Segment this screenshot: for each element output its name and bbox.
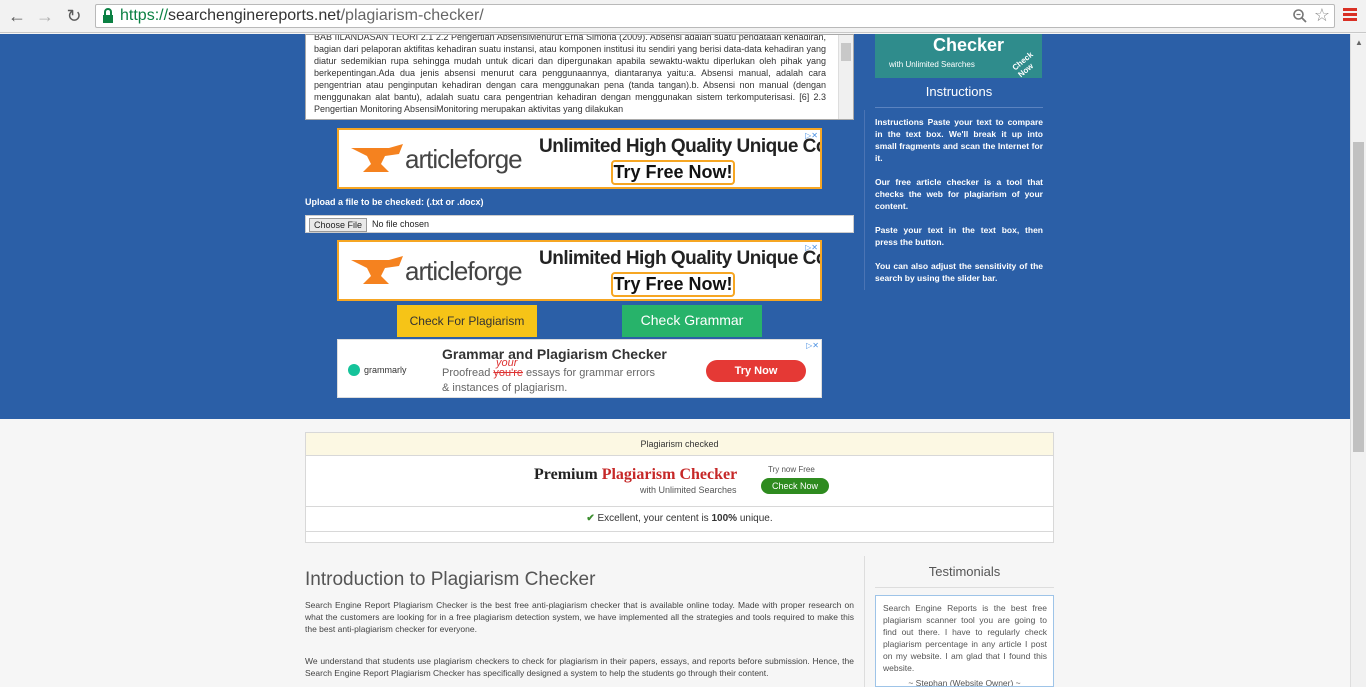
grammarly-logo-icon [348, 364, 360, 376]
scroll-thumb[interactable] [1353, 142, 1364, 452]
testimonials-title: Testimonials [928, 564, 1001, 579]
grammarly-line1: Proofread you're essays for grammar erro… [442, 367, 655, 379]
premium-title-highlight: Plagiarism Checker [601, 466, 738, 483]
articleforge-try-button[interactable]: Try Free Now! [611, 272, 735, 297]
textarea-scroll-thumb[interactable] [841, 43, 851, 61]
articleforge-try-button[interactable]: Try Free Now! [611, 160, 735, 185]
browser-toolbar: ← → ↻ https://searchenginereports.net/pl… [0, 0, 1366, 33]
check-plagiarism-button[interactable]: Check For Plagiarism [397, 305, 537, 337]
testimonial-text: Search Engine Reports is the best free p… [883, 603, 1047, 673]
choose-file-button[interactable]: Choose File [309, 218, 368, 232]
articleforge-ad-bottom[interactable]: articleforge Unlimited High Quality Uniq… [337, 240, 822, 301]
testimonial-card: Search Engine Reports is the best free p… [875, 595, 1054, 687]
grammarly-brand: grammarly [364, 365, 407, 375]
articleforge-ad-top[interactable]: articleforge Unlimited High Quality Uniq… [337, 128, 822, 189]
result-message: ✔ Excellent, your centent is 100% unique… [306, 513, 1053, 524]
result-percentage: 100% [711, 513, 738, 524]
instructions-paragraph: You can also adjust the sensitivity of t… [875, 261, 1043, 283]
intro-paragraph: We understand that students use plagiari… [305, 656, 854, 678]
premium-try-label: Try now Free [768, 465, 815, 474]
forward-arrow-icon[interactable]: → [34, 5, 56, 27]
grammarly-line1-start: Proofread [442, 367, 494, 379]
url-text: https://searchenginereports.net/plagiari… [120, 7, 484, 25]
articleforge-headline: Unlimited High Quality Unique Content [539, 248, 820, 269]
grammarly-try-button[interactable]: Try Now [706, 360, 806, 382]
no-file-text: No file chosen [372, 219, 430, 229]
instructions-paragraph: Our free article checker is a tool that … [875, 177, 1043, 211]
grammarly-title: Grammar and Plagiarism Checker [442, 346, 667, 362]
result-divider [306, 531, 1053, 532]
sidebar-divider [864, 110, 865, 290]
ad-close-icon[interactable]: ▷✕ [806, 341, 819, 350]
textarea-content: BAB IILANDASAN TEORI 2.1 2.2 Pengertian … [314, 34, 826, 114]
anvil-icon [351, 256, 403, 284]
check-grammar-button[interactable]: Check Grammar [622, 305, 762, 337]
instructions-paragraph: Paste your text in the text box, then pr… [875, 225, 1043, 247]
premium-check-now-button[interactable]: Check Now [761, 478, 829, 494]
file-upload-field: Choose File No file chosen [305, 215, 854, 233]
reload-icon[interactable]: ↻ [63, 5, 85, 27]
intro-title: Introduction to Plagiarism Checker [305, 569, 596, 590]
textarea-scrollbar[interactable] [838, 35, 853, 119]
articleforge-logo: articleforge [405, 256, 523, 286]
instructions-paragraph: Instructions Paste your text to compare … [875, 117, 1043, 163]
premium-checker-ad[interactable]: Premium Plagiarism Checker with Unlimite… [526, 461, 836, 503]
intro-paragraph: Search Engine Report Plagiarism Checker … [305, 600, 854, 634]
ad-close-icon[interactable]: ▷✕ [805, 131, 818, 140]
sidebar-ad-check-now[interactable]: Check Now [1011, 47, 1042, 78]
upload-label: Upload a file to be checked: (.txt or .d… [305, 197, 484, 207]
page-scrollbar[interactable]: ▲ [1350, 34, 1366, 687]
url-host: searchenginereports.net [168, 7, 341, 24]
result-message-start: Excellent, your centent is [597, 513, 712, 524]
grammarly-line1-end: essays for grammar errors [523, 367, 656, 379]
grammarly-line2: & instances of plagiarism. [442, 382, 568, 394]
articleforge-logo: articleforge [405, 144, 523, 174]
back-arrow-icon[interactable]: ← [6, 5, 28, 27]
bookmark-star-icon[interactable]: ☆ [1314, 5, 1330, 26]
grammarly-ad[interactable]: grammarly Grammar and Plagiarism Checker… [337, 339, 822, 398]
testimonial-author: ~ Stephan (Website Owner) ~ [908, 678, 1021, 687]
premium-subtitle: with Unlimited Searches [640, 485, 737, 495]
testimonials-rule [875, 587, 1054, 588]
zoom-icon[interactable] [1292, 8, 1308, 24]
checkmark-icon: ✔ [586, 513, 595, 524]
sidebar-ad-title: Checker [933, 35, 1005, 55]
grammarly-strike-word: you're [493, 367, 523, 379]
ad-close-icon[interactable]: ▷✕ [805, 243, 818, 252]
result-panel: Plagiarism checked Premium Plagiarism Ch… [305, 432, 1054, 543]
result-message-end: unique. [737, 513, 773, 524]
text-input-area[interactable]: BAB IILANDASAN TEORI 2.1 2.2 Pengertian … [305, 34, 854, 120]
lock-icon [103, 8, 113, 23]
browser-menu-icon[interactable] [1343, 8, 1357, 22]
instructions-divider [875, 107, 1043, 108]
scroll-up-arrow-icon[interactable]: ▲ [1355, 38, 1363, 47]
testimonials-divider [864, 556, 865, 687]
url-scheme: https:// [120, 7, 169, 24]
anvil-icon [351, 144, 403, 172]
result-header: Plagiarism checked [306, 433, 1053, 456]
sidebar-ad-sub: with Unlimited Searches [889, 60, 975, 69]
result-divider [306, 506, 1053, 507]
address-bar[interactable]: https://searchenginereports.net/plagiari… [95, 4, 1335, 28]
url-path: /plagiarism-checker/ [340, 7, 484, 24]
instructions-title: Instructions [925, 84, 993, 99]
premium-title: Premium Plagiarism Checker [534, 466, 737, 484]
sidebar-checker-ad[interactable]: Checker with Unlimited Searches Check No… [875, 34, 1042, 78]
premium-title-start: Premium [534, 466, 602, 483]
articleforge-headline: Unlimited High Quality Unique Content [539, 136, 820, 157]
